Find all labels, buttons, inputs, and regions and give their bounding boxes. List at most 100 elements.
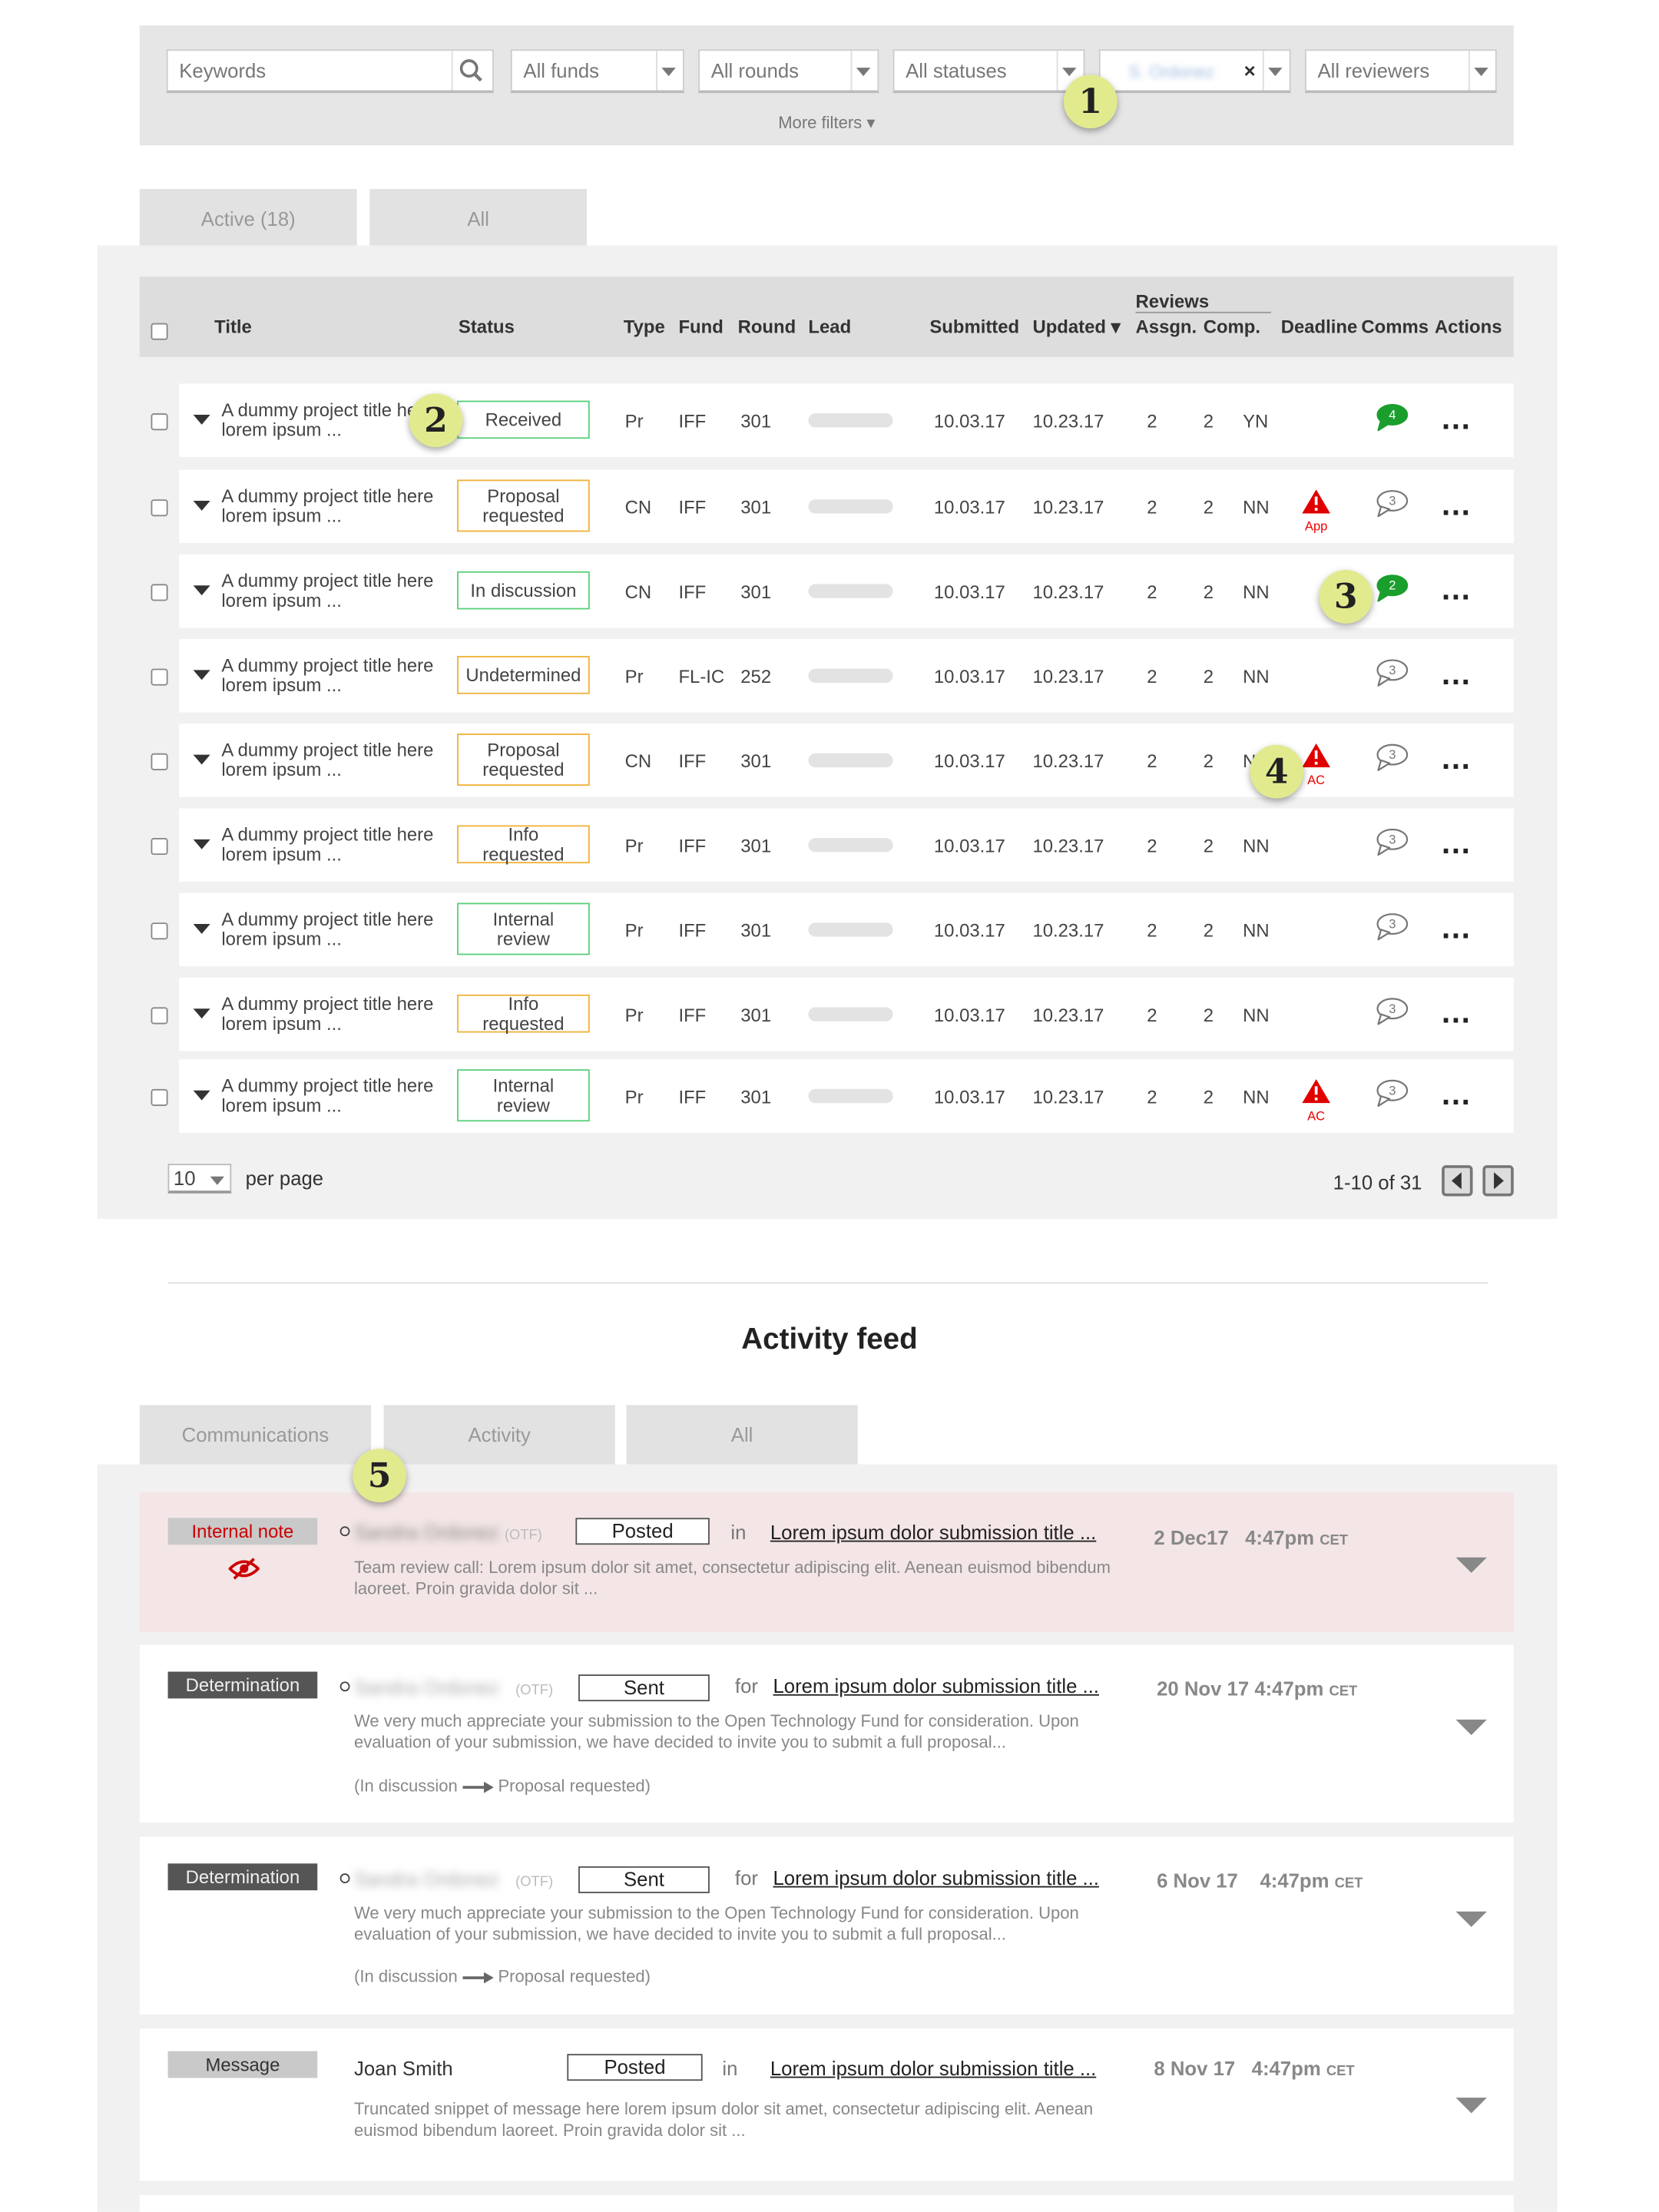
col-type[interactable]: Type — [624, 316, 665, 337]
expand-row-icon[interactable] — [193, 670, 210, 680]
row-actions-menu[interactable]: … — [1440, 658, 1474, 689]
updated-cell: 10.23.17 — [1032, 665, 1104, 687]
row-checkbox[interactable] — [151, 1088, 168, 1106]
table-row[interactable]: A dummy project title here lorem ipsum ..… — [179, 808, 1514, 882]
expand-row-icon[interactable] — [193, 754, 210, 765]
row-checkbox[interactable] — [151, 413, 168, 431]
expand-row-icon[interactable] — [193, 414, 210, 425]
project-title[interactable]: A dummy project title here lorem ipsum ..… — [221, 486, 433, 526]
row-actions-menu[interactable]: … — [1440, 574, 1474, 604]
row-actions-menu[interactable]: … — [1440, 402, 1474, 433]
project-title[interactable]: A dummy project title here lorem ipsum ..… — [221, 909, 433, 949]
expand-row-icon[interactable] — [193, 1090, 210, 1101]
comms-count[interactable]: 3 — [1376, 659, 1409, 694]
author-name: Sandra Ordonez (OTF) — [354, 1867, 554, 1891]
comms-count[interactable]: 3 — [1376, 743, 1409, 779]
col-submitted[interactable]: Submitted — [929, 316, 1019, 337]
next-page-button[interactable] — [1482, 1165, 1514, 1197]
submission-link[interactable]: Lorem ipsum dolor submission title ... — [773, 1674, 1099, 1697]
funds-select[interactable]: All funds — [510, 49, 684, 94]
expand-icon[interactable] — [1455, 2098, 1487, 2114]
expand-row-icon[interactable] — [193, 585, 210, 596]
submission-link[interactable]: Lorem ipsum dolor submission title ... — [770, 1521, 1096, 1543]
col-comms[interactable]: Comms — [1361, 316, 1429, 337]
more-filters-toggle[interactable]: More filters ▾ — [140, 113, 1514, 133]
reviewers-select[interactable]: All reviewers — [1304, 49, 1497, 94]
project-title[interactable]: A dummy project title here lorem ipsum ..… — [221, 825, 433, 864]
clear-icon[interactable]: × — [1244, 59, 1256, 81]
expand-row-icon[interactable] — [193, 501, 210, 511]
prev-page-button[interactable] — [1442, 1165, 1473, 1197]
tab-all-activity[interactable]: All — [626, 1405, 858, 1465]
rounds-select[interactable]: All rounds — [698, 49, 879, 94]
row-actions-menu[interactable]: … — [1440, 912, 1474, 942]
col-assigned[interactable]: Assgn. — [1136, 316, 1197, 337]
col-deadline[interactable]: Deadline — [1281, 316, 1358, 337]
project-title[interactable]: A dummy project title here lorem ipsum ..… — [221, 1075, 433, 1115]
comms-count[interactable]: 2 — [1376, 575, 1409, 610]
comms-count[interactable]: 3 — [1376, 828, 1409, 863]
row-actions-menu[interactable]: … — [1440, 743, 1474, 773]
row-checkbox[interactable] — [151, 668, 168, 686]
row-actions-menu[interactable]: … — [1440, 1078, 1474, 1109]
tab-all[interactable]: All — [369, 189, 588, 249]
project-title[interactable]: A dummy project title here lorem ipsum ..… — [221, 571, 433, 611]
row-checkbox[interactable] — [151, 499, 168, 517]
fund-cell: IFF — [678, 496, 707, 518]
tab-active[interactable]: Active (18) — [139, 189, 357, 249]
expand-icon[interactable] — [1455, 1557, 1487, 1573]
col-updated[interactable]: Updated ▾ — [1032, 316, 1120, 338]
row-checkbox[interactable] — [151, 1007, 168, 1025]
comms-count[interactable]: 3 — [1376, 912, 1409, 948]
table-row[interactable]: A dummy project title here lorem ipsum ..… — [179, 639, 1514, 713]
project-title[interactable]: A dummy project title here lorem ipsum ..… — [221, 655, 433, 695]
table-row[interactable]: A dummy project title here lorem ipsum ..… — [179, 554, 1514, 628]
expand-icon[interactable] — [1455, 1719, 1487, 1736]
row-actions-menu[interactable]: … — [1440, 997, 1474, 1028]
col-title[interactable]: Title — [214, 316, 252, 337]
project-title[interactable]: A dummy project title here lorem ipsum ..… — [221, 400, 433, 440]
row-checkbox[interactable] — [151, 584, 168, 601]
row-checkbox[interactable] — [151, 753, 168, 770]
table-row[interactable]: A dummy project title here lorem ipsum ..… — [179, 977, 1514, 1051]
statuses-select[interactable]: All statuses — [892, 49, 1085, 94]
col-round[interactable]: Round — [738, 316, 796, 337]
table-row[interactable]: A dummy project title here lorem ipsum ..… — [179, 1059, 1514, 1133]
comms-count[interactable]: 3 — [1376, 998, 1409, 1033]
per-page-select[interactable]: 10 — [167, 1164, 232, 1194]
deadline-alert[interactable]: AC — [1300, 743, 1331, 787]
col-lead[interactable]: Lead — [808, 316, 851, 337]
deadline-alert[interactable]: AC — [1300, 1079, 1331, 1123]
comms-count[interactable]: 4 — [1376, 403, 1409, 439]
row-actions-menu[interactable]: … — [1440, 488, 1474, 519]
table-row[interactable]: A dummy project title here lorem ipsum ..… — [179, 469, 1514, 544]
submission-link[interactable]: Lorem ipsum dolor submission title ... — [770, 2057, 1096, 2079]
comms-count[interactable]: 3 — [1376, 1079, 1409, 1114]
col-completed[interactable]: Comp. — [1204, 316, 1260, 337]
expand-row-icon[interactable] — [193, 839, 210, 849]
search-icon[interactable] — [459, 58, 484, 83]
lead-select[interactable]: S. Ordonez × — [1098, 49, 1291, 94]
col-status[interactable]: Status — [459, 316, 515, 337]
table-row[interactable]: A dummy project title here lorem ipsum ..… — [179, 724, 1514, 797]
tab-activity[interactable]: Activity — [383, 1405, 615, 1465]
table-row[interactable]: A dummy project title here lorem ipsum ..… — [179, 892, 1514, 967]
expand-icon[interactable] — [1455, 1911, 1487, 1927]
submission-link[interactable]: Lorem ipsum dolor submission title ... — [773, 1866, 1099, 1889]
project-title[interactable]: A dummy project title here lorem ipsum ..… — [221, 994, 433, 1034]
select-all-checkbox[interactable] — [151, 323, 168, 340]
bullet-icon — [339, 1681, 350, 1692]
comms-count[interactable]: 3 — [1376, 489, 1409, 525]
project-title[interactable]: A dummy project title here lorem ipsum ..… — [221, 740, 433, 780]
deadline-alert[interactable]: App — [1300, 489, 1331, 533]
keywords-input[interactable]: Keywords — [166, 49, 494, 94]
expand-row-icon[interactable] — [193, 924, 210, 934]
determination-tag: Determination — [167, 1863, 318, 1891]
row-checkbox[interactable] — [151, 922, 168, 940]
table-row[interactable]: A dummy project title here lorem ipsum ..… — [179, 383, 1514, 458]
expand-row-icon[interactable] — [193, 1008, 210, 1019]
row-actions-menu[interactable]: … — [1440, 827, 1474, 858]
col-fund[interactable]: Fund — [678, 316, 723, 337]
tab-communications[interactable]: Communications — [139, 1405, 372, 1465]
row-checkbox[interactable] — [151, 837, 168, 856]
